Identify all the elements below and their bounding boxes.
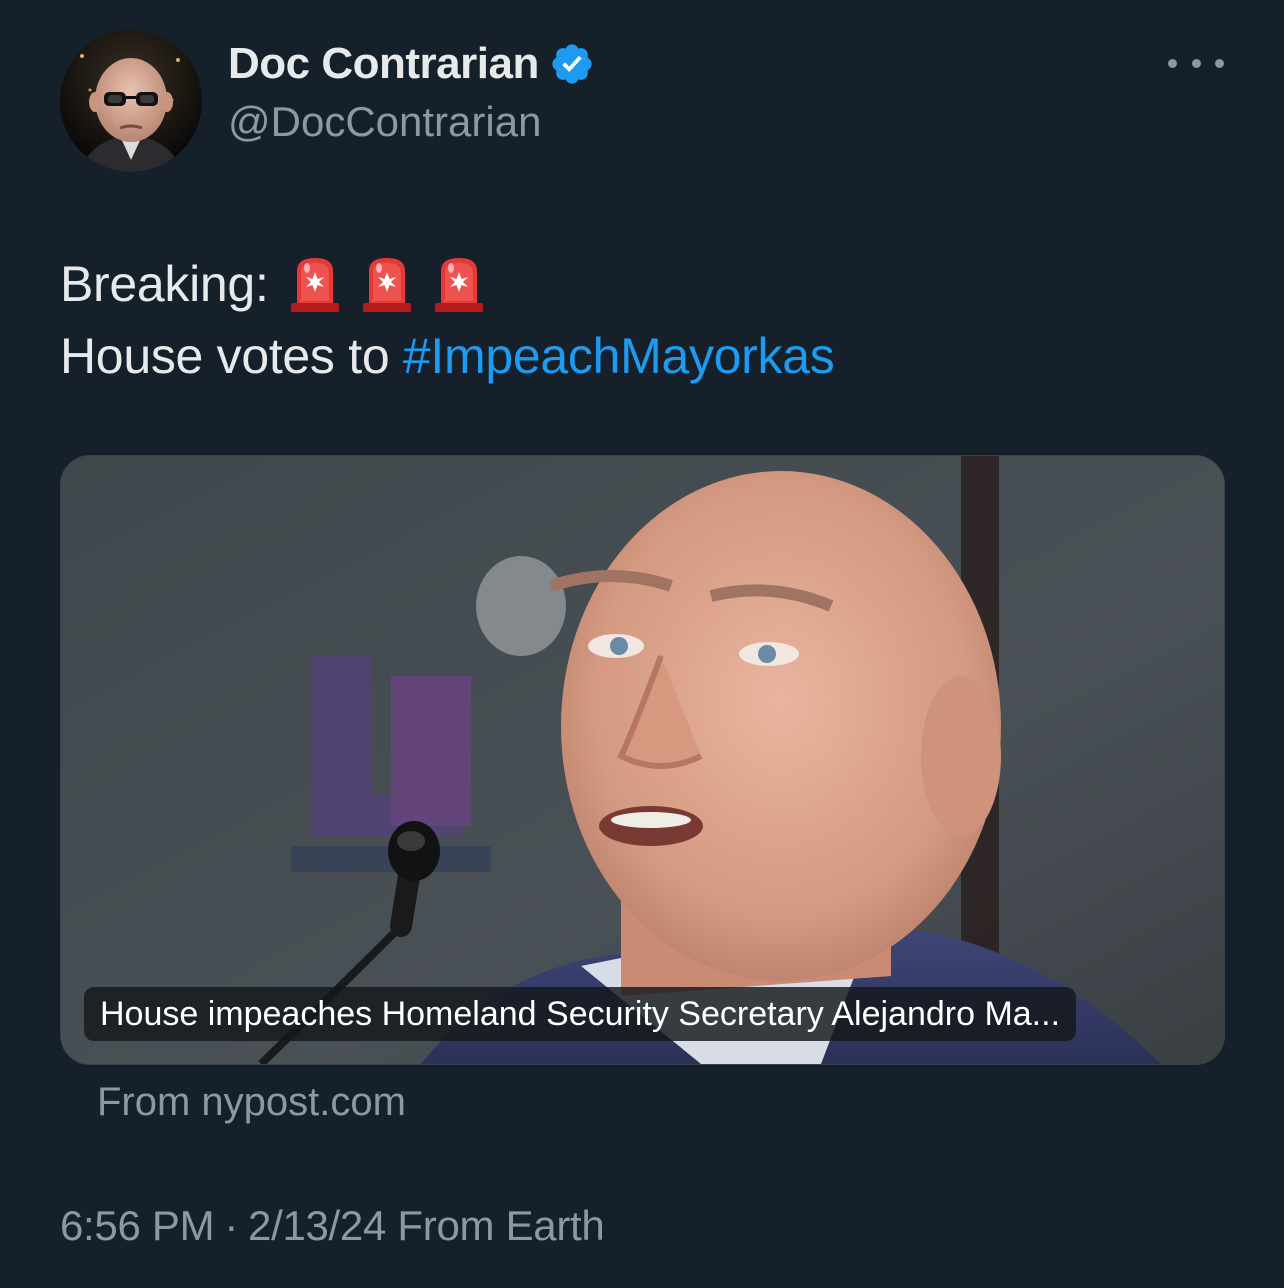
tweet: Doc Contrarian @DocContrarian Breaking: (0, 0, 1284, 1288)
breaking-label: Breaking: (60, 256, 269, 312)
link-card[interactable]: House impeaches Homeland Security Secret… (60, 455, 1225, 1065)
siren-icon (433, 255, 485, 313)
more-options-icon[interactable] (1168, 48, 1224, 78)
avatar[interactable] (60, 30, 202, 172)
verified-badge-icon (549, 41, 595, 87)
author-handle[interactable]: @DocContrarian (228, 98, 541, 146)
display-name[interactable]: Doc Contrarian (228, 39, 539, 89)
tweet-client-source: From Earth (397, 1202, 605, 1249)
tweet-date[interactable]: 2/13/24 (248, 1202, 386, 1249)
tweet-time[interactable]: 6:56 PM (60, 1202, 215, 1249)
card-headline[interactable]: House impeaches Homeland Security Secret… (84, 987, 1077, 1041)
tweet-line-1: Breaking: (60, 248, 834, 320)
meta-separator: · (224, 1202, 239, 1249)
hashtag-link[interactable]: #ImpeachMayorkas (403, 320, 835, 392)
card-source[interactable]: From nypost.com (97, 1080, 406, 1125)
author-name-row[interactable]: Doc Contrarian (228, 36, 595, 92)
tweet-line-2: House votes to #ImpeachMayorkas (60, 320, 835, 392)
card-image (61, 456, 1224, 1064)
tweet-text: Breaking: House votes to #ImpeachMayorka… (60, 248, 835, 392)
tweet-metadata: 6:56 PM · 2/13/24 From Earth (60, 1202, 605, 1250)
tweet-line-2-text: House votes to (60, 328, 403, 384)
siren-icon (361, 255, 413, 313)
siren-icon (289, 255, 341, 313)
